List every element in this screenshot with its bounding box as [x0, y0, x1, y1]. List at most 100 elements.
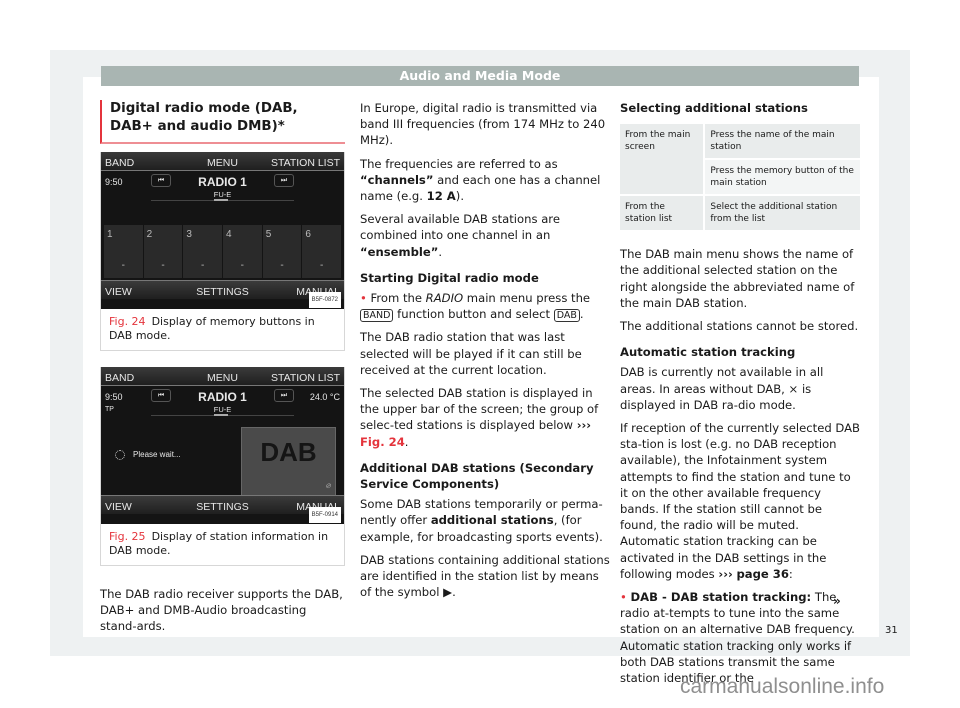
figure-caption: Fig. 25 Display of station information in…: [101, 524, 344, 565]
no-image-icon: ⊘: [325, 482, 331, 490]
table-cell-action: Press the name of the main station: [705, 124, 860, 159]
term-ensemble: “ensemble”: [360, 244, 439, 259]
paragraph: Some DAB stations temporarily or perma-n…: [360, 496, 610, 545]
loading-status: Please wait...: [115, 447, 181, 463]
table-row: From the main screen Press the name of t…: [620, 124, 860, 195]
figure-code: B5F-0872: [308, 291, 341, 308]
text: DAB stations containing additional stati…: [360, 552, 610, 600]
text: ).: [455, 189, 465, 204]
bullet-item: • From the RADIO main menu press the BAN…: [360, 290, 610, 323]
menu-name: RADIO: [425, 291, 464, 306]
figure-25: BAND MENU STATION LIST 9:50 TP 24.0 °C ⏮…: [100, 367, 345, 566]
text: .: [438, 244, 443, 259]
paragraph: Several available DAB stations are combi…: [360, 211, 610, 260]
figure-label: Fig. 24: [109, 315, 146, 328]
preset-name: -: [280, 259, 284, 271]
bullet-label: DAB - DAB station tracking:: [630, 590, 812, 605]
channel-example: 12 A: [426, 189, 456, 204]
station-logo: DAB ⊘: [241, 427, 336, 499]
band-key: BAND: [360, 309, 394, 323]
figure-24: BAND MENU STATION LIST 9:50 ⏮ RADIO 1 FU…: [100, 152, 345, 351]
section-title: Digital radio mode (DAB, DAB+ and audio …: [100, 100, 345, 144]
paragraph: DAB stations containing additional stati…: [360, 552, 610, 601]
text: :: [788, 566, 793, 581]
paragraph: The DAB main menu shows the name of the …: [620, 247, 855, 310]
text: The frequencies are referred to as: [360, 156, 558, 171]
radio-screen-station-info: BAND MENU STATION LIST 9:50 TP 24.0 °C ⏮…: [101, 367, 344, 524]
station-list-button[interactable]: STATION LIST: [271, 370, 340, 386]
preset-number: 5: [265, 229, 272, 240]
preset-number: 2: [146, 229, 153, 240]
subheading: Starting Digital radio mode: [360, 270, 539, 285]
text: main menu press the: [463, 291, 591, 306]
text: The radio at-tempts to tune into the sam…: [620, 590, 855, 686]
text: .: [452, 585, 456, 600]
figure-label: Fig. 25: [109, 530, 146, 543]
memory-button-3[interactable]: 3-: [183, 225, 223, 278]
subheading: Selecting additional stations: [620, 101, 808, 115]
table-row: From the station list Select the additio…: [620, 196, 860, 231]
table-cell-source: From the main screen: [620, 124, 704, 195]
top-bar: BAND MENU STATION LIST: [101, 367, 344, 386]
memory-button-5[interactable]: 5-: [262, 225, 302, 278]
radio-screen-memory: BAND MENU STATION LIST 9:50 ⏮ RADIO 1 FU…: [101, 152, 344, 309]
subheading: Automatic station tracking: [620, 345, 796, 360]
table-cell-action: Select the additional station from the l…: [705, 196, 860, 231]
paragraph: DAB is currently not available in all ar…: [620, 364, 860, 413]
figure-24-link[interactable]: Fig. 24: [360, 435, 405, 449]
bullet-icon: •: [620, 590, 627, 605]
bullet-icon: •: [360, 291, 367, 306]
memory-button-2[interactable]: 2-: [143, 225, 183, 278]
memory-button-1[interactable]: 1-: [104, 225, 143, 278]
no-reception-icon: ⨯: [788, 381, 799, 396]
station-list-button[interactable]: STATION LIST: [271, 155, 340, 171]
memory-button-6[interactable]: 6-: [302, 225, 342, 278]
table-cell-action: Press the memory button of the main stat…: [705, 160, 860, 195]
bullet-item: • DAB - DAB station tracking: The radio …: [620, 589, 860, 686]
page-36-link[interactable]: page 36: [736, 567, 788, 581]
text: function button and select: [393, 307, 554, 322]
preset-name: -: [121, 259, 125, 271]
selection-table: From the main screen Press the name of t…: [618, 122, 862, 232]
reference-arrow-icon: ›››: [576, 418, 592, 433]
station-progress-bar: [151, 199, 294, 201]
next-station-icon[interactable]: ⏭: [274, 389, 294, 402]
paragraph: The DAB radio station that was last sele…: [360, 330, 582, 377]
preset-number: 6: [305, 229, 311, 240]
preset-number: 4: [226, 229, 232, 240]
reference-arrow-icon: ›››: [718, 566, 733, 581]
preset-number: 1: [107, 229, 113, 240]
column-1: Digital radio mode (DAB, DAB+ and audio …: [100, 100, 345, 642]
preset-name: -: [201, 259, 205, 271]
play-symbol-icon: ▶: [443, 585, 453, 600]
paragraph: The selected DAB station is displayed in…: [360, 385, 610, 450]
text: .: [579, 307, 584, 322]
paragraph: The additional stations cannot be stored…: [620, 319, 859, 334]
text: .: [404, 434, 409, 449]
spinner-icon: [115, 449, 125, 460]
memory-button-4[interactable]: 4-: [223, 225, 262, 278]
dab-key: DAB: [553, 309, 580, 323]
term-additional-stations: additional stations: [430, 513, 554, 528]
chapter-header: Audio and Media Mode: [101, 66, 859, 86]
text: If reception of the currently selected D…: [620, 421, 860, 581]
bottom-bar: VIEW SETTINGS MANUAL: [101, 280, 344, 299]
preset-number: 3: [186, 229, 192, 240]
term-channels: “channels”: [360, 172, 434, 187]
bottom-bar: VIEW SETTINGS MANUAL: [101, 495, 344, 514]
preset-name: -: [240, 259, 245, 271]
text: Several available DAB stations are combi…: [360, 212, 560, 243]
preset-name: -: [161, 259, 165, 271]
next-station-icon[interactable]: ⏭: [274, 174, 294, 187]
subheading: Additional DAB stations (Secondary Servi…: [360, 460, 594, 492]
column-3: Selecting additional stations From the m…: [620, 100, 860, 693]
paragraph: The frequencies are referred to as “chan…: [360, 156, 610, 205]
text: From the: [370, 291, 426, 306]
top-bar: BAND MENU STATION LIST: [101, 152, 344, 171]
status-text: Please wait...: [133, 450, 181, 459]
paragraph: In Europe, digital radio is transmitted …: [360, 101, 606, 148]
figure-caption: Fig. 24 Display of memory buttons in DAB …: [101, 309, 344, 350]
watermark: carmanualsonline.info: [680, 675, 885, 698]
paragraph: If reception of the currently selected D…: [620, 420, 860, 582]
continued-icon: »: [833, 594, 841, 608]
